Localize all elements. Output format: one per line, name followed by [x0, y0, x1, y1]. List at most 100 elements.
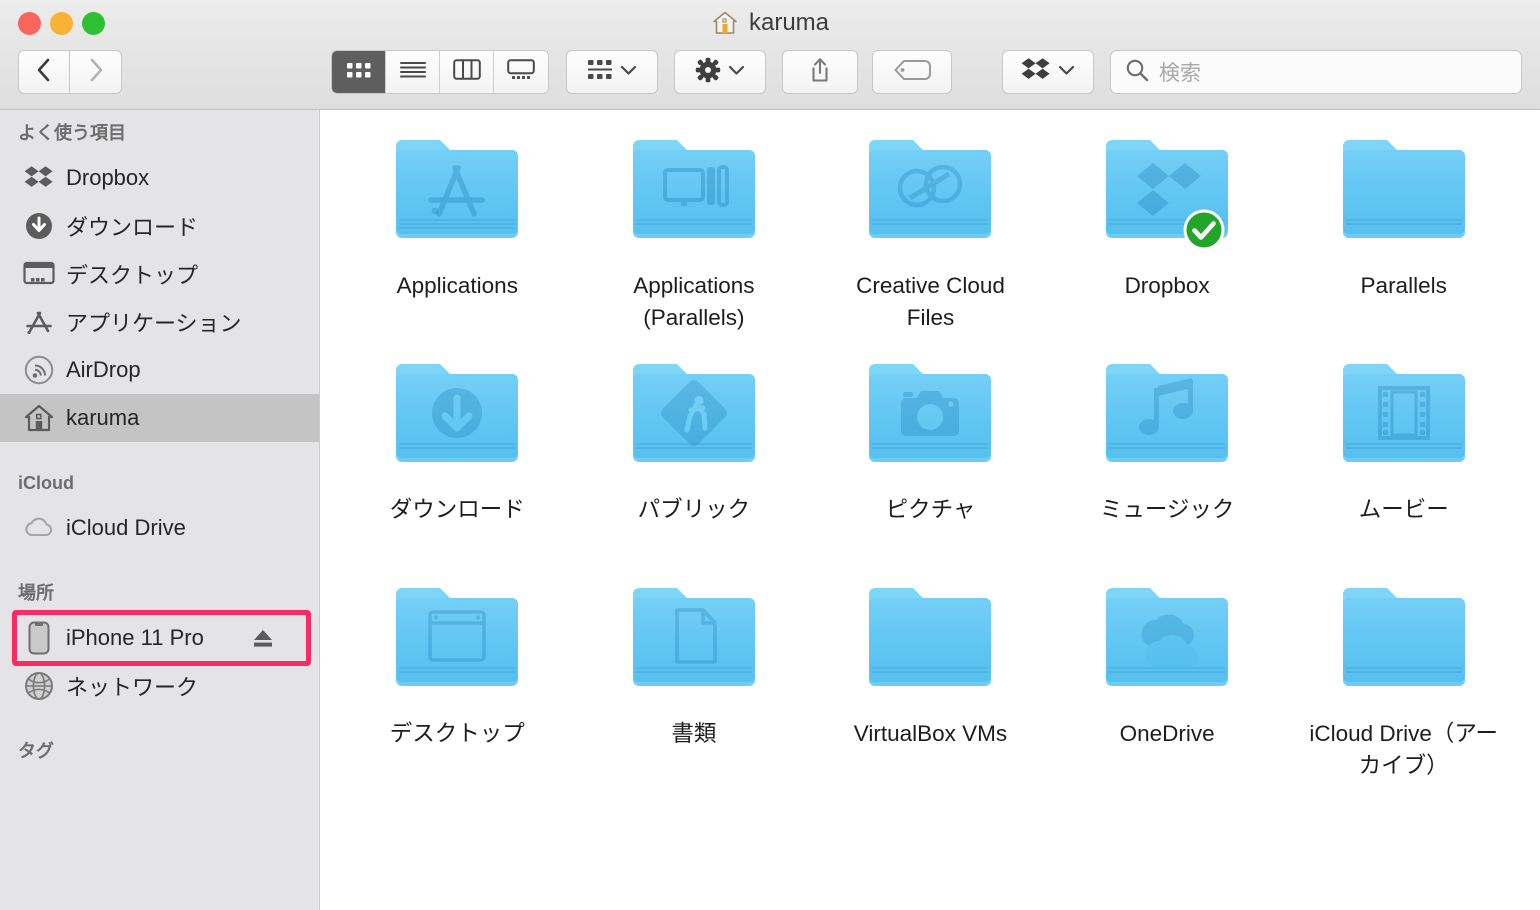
columns-icon	[452, 59, 481, 85]
file-label: Parallels	[1360, 273, 1447, 298]
sidebar-item-applications[interactable]: アプリケーション	[0, 298, 319, 346]
file-label: Dropbox	[1124, 273, 1210, 298]
search-field[interactable]: 検索	[1110, 50, 1522, 94]
chevron-left-icon	[35, 57, 53, 88]
column-view-button[interactable]	[440, 51, 494, 93]
zoom-button[interactable]	[82, 12, 105, 35]
airdrop-icon	[22, 355, 56, 385]
sidebar-item-karuma[interactable]: karuma	[0, 394, 319, 442]
folder-icon	[1339, 132, 1469, 260]
tag-button[interactable]	[872, 50, 952, 94]
file-item[interactable]: Parallels	[1285, 132, 1522, 356]
file-label: ダウンロード	[389, 497, 525, 522]
chevron-down-icon	[1058, 63, 1075, 81]
file-item[interactable]: Applications	[339, 132, 576, 356]
file-item[interactable]: ピクチャ	[812, 356, 1049, 580]
gallery-view-button[interactable]	[494, 51, 548, 93]
chevron-down-icon	[620, 63, 637, 81]
sidebar-item-desktop[interactable]: デスクトップ	[0, 250, 319, 298]
share-button[interactable]	[782, 50, 858, 94]
list-icon	[399, 60, 427, 85]
dropbox-toolbar-button[interactable]	[1002, 50, 1094, 94]
file-label: Creative Cloud Files	[856, 273, 1005, 330]
sidebar-item-icloud-drive[interactable]: iCloud Drive	[0, 504, 319, 552]
file-item[interactable]: ムービー	[1285, 356, 1522, 580]
navigation-buttons	[18, 50, 122, 94]
file-item[interactable]: 書類	[576, 580, 813, 804]
sidebar[interactable]: よく使う項目 Dropbox ダウンロード デスクトップ アプリケーション Ai…	[0, 110, 320, 910]
sidebar-section-favorites-header: よく使う項目	[18, 123, 126, 143]
file-item[interactable]: ミュージック	[1049, 356, 1286, 580]
downloads-icon	[22, 211, 56, 241]
sidebar-item-downloads[interactable]: ダウンロード	[0, 202, 319, 250]
sidebar-section-tags-header: タグ	[18, 741, 54, 761]
sidebar-item-dropbox[interactable]: Dropbox	[0, 154, 319, 202]
titlebar: karuma 検索	[0, 0, 1540, 110]
file-item[interactable]: ダウンロード	[339, 356, 576, 580]
sidebar-item-label: ネットワーク	[66, 675, 199, 700]
applications-icon	[22, 307, 56, 337]
sidebar-item-label: karuma	[66, 405, 140, 430]
folder-icon	[865, 356, 995, 484]
file-label: パブリック	[637, 497, 751, 522]
icon-view-button[interactable]	[332, 51, 386, 93]
search-icon	[1125, 58, 1149, 87]
forward-button[interactable]	[70, 50, 122, 94]
file-label: デスクトップ	[389, 721, 525, 746]
sidebar-item-airdrop[interactable]: AirDrop	[0, 346, 319, 394]
file-label: ミュージック	[1099, 497, 1235, 522]
folder-icon	[1339, 356, 1469, 484]
sidebar-item-label: アプリケーション	[66, 311, 242, 336]
folder-icon	[392, 132, 522, 260]
action-menu-button[interactable]	[674, 50, 766, 94]
list-view-button[interactable]	[386, 51, 440, 93]
gear-icon	[695, 57, 721, 88]
download-emblem	[432, 388, 483, 438]
grid-icon	[346, 60, 372, 85]
file-item[interactable]: OneDrive	[1049, 580, 1286, 804]
file-grid-area[interactable]: Applications Applications (Parallels) Cr…	[321, 110, 1540, 910]
file-label: VirtualBox VMs	[853, 721, 1008, 746]
folder-icon	[629, 132, 759, 260]
file-label: OneDrive	[1119, 721, 1215, 746]
network-icon	[22, 671, 56, 701]
file-item[interactable]: デスクトップ	[339, 580, 576, 804]
close-button[interactable]	[18, 12, 41, 35]
home-icon	[22, 403, 56, 433]
chevron-down-icon	[728, 63, 745, 81]
iphone-icon	[22, 621, 56, 655]
file-label: iCloud Drive（アーカイブ）	[1309, 721, 1499, 778]
arrange-button[interactable]	[566, 50, 658, 94]
minimize-button[interactable]	[50, 12, 73, 35]
file-item[interactable]: パブリック	[576, 356, 813, 580]
file-item[interactable]: Creative Cloud Files	[812, 132, 1049, 356]
folder-icon	[1102, 356, 1232, 484]
file-label: Applications (Parallels)	[633, 273, 755, 330]
share-icon	[809, 57, 831, 88]
folder-icon	[865, 132, 995, 260]
file-item[interactable]: Dropbox	[1049, 132, 1286, 356]
file-item[interactable]: Applications (Parallels)	[576, 132, 813, 356]
home-icon	[711, 9, 739, 37]
sidebar-section-locations-header: 場所	[18, 583, 54, 603]
dropbox-icon	[1021, 57, 1051, 88]
eject-icon[interactable]	[251, 626, 275, 650]
folder-icon	[1339, 580, 1469, 708]
folder-icon	[629, 356, 759, 484]
folder-icon	[865, 580, 995, 708]
view-mode-segmented-control	[331, 50, 549, 94]
sidebar-item-label: Dropbox	[66, 165, 150, 190]
folder-icon	[1102, 580, 1232, 708]
folder-icon	[1102, 132, 1232, 260]
sidebar-item-label: ダウンロード	[66, 215, 199, 240]
sidebar-item-label: iPhone 11 Pro	[66, 625, 204, 650]
sidebar-item-iphone-11-pro[interactable]: iPhone 11 Pro	[0, 614, 319, 662]
sidebar-item-network[interactable]: ネットワーク	[0, 662, 319, 710]
file-item[interactable]: VirtualBox VMs	[812, 580, 1049, 804]
finder-window: karuma 検索 よく使う項目 Dropbox ダウンロード デスクトップ ア…	[0, 0, 1540, 910]
back-button[interactable]	[18, 50, 70, 94]
file-label: ピクチャ	[885, 497, 976, 522]
arrange-grid-icon	[587, 58, 613, 87]
file-item[interactable]: iCloud Drive（アーカイブ）	[1285, 580, 1522, 804]
window-title-text: karuma	[748, 9, 830, 36]
